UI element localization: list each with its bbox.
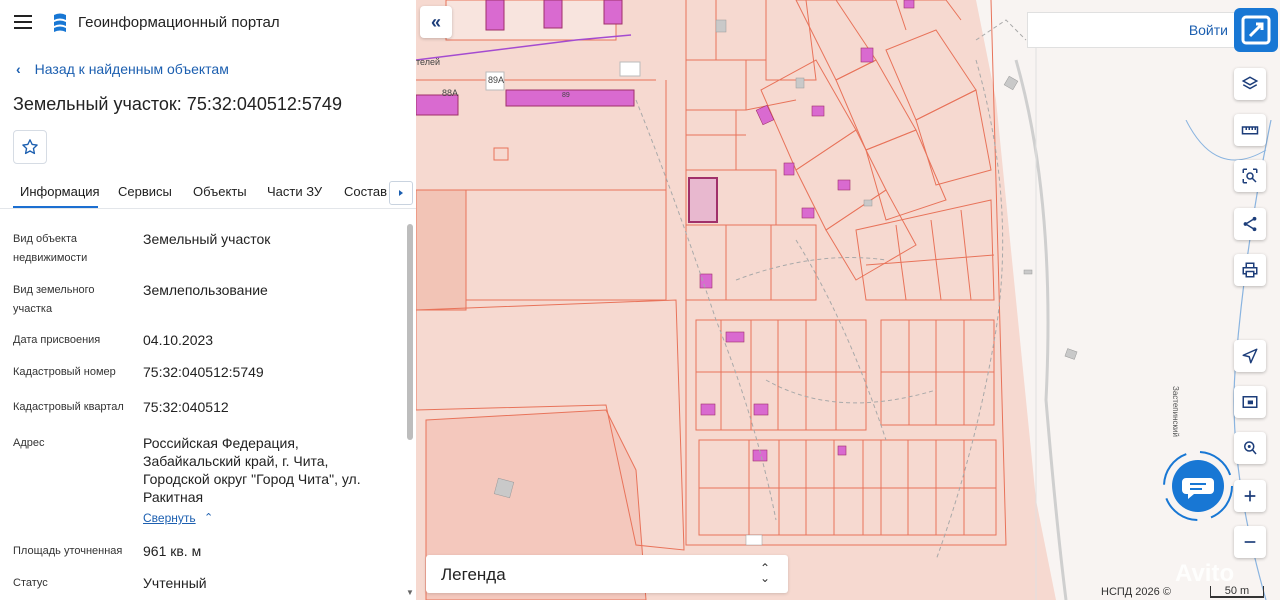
login-button[interactable]: Войти bbox=[1189, 22, 1228, 38]
copyright-text: НСПД 2026 © bbox=[1101, 586, 1171, 598]
tab-services[interactable]: Сервисы bbox=[118, 184, 172, 199]
favorite-button[interactable] bbox=[13, 130, 47, 164]
brand-button[interactable] bbox=[1234, 8, 1278, 52]
tabs-scroll-right-button[interactable] bbox=[389, 181, 413, 205]
brand-logo-icon bbox=[1241, 15, 1271, 45]
double-chevron-left-icon: « bbox=[430, 11, 441, 32]
scroll-down-icon[interactable]: ▼ bbox=[406, 588, 414, 597]
chevron-updown-icon: ⌃ ⌄ bbox=[759, 561, 770, 585]
collapse-address-link[interactable]: Свернуть bbox=[143, 511, 196, 525]
print-icon bbox=[1242, 262, 1258, 278]
minimap-icon bbox=[1242, 396, 1258, 408]
chevron-up-icon[interactable]: ⌃ bbox=[204, 511, 213, 524]
zoom-in-button[interactable] bbox=[1234, 480, 1266, 512]
triangle-right-icon bbox=[399, 190, 403, 196]
tab-divider bbox=[0, 208, 416, 209]
tab-objects[interactable]: Объекты bbox=[193, 184, 247, 199]
map-scale: 50 m bbox=[1210, 586, 1264, 598]
map-search-field[interactable]: Войти bbox=[1027, 12, 1237, 48]
attribute-label: Дата присвоения bbox=[13, 334, 101, 346]
tab-information[interactable]: Информация bbox=[20, 184, 100, 199]
geo-pin-icon bbox=[1244, 441, 1257, 455]
app-title: Геоинформационный портал bbox=[78, 14, 280, 31]
chevron-left-icon: ‹ bbox=[16, 61, 21, 77]
star-icon bbox=[22, 139, 38, 155]
attribute-value: Земельный участок bbox=[143, 231, 271, 247]
attribute-label: Адрес bbox=[13, 437, 45, 449]
scrollbar-thumb[interactable] bbox=[407, 224, 413, 440]
zoom-out-icon bbox=[1244, 541, 1256, 543]
chat-bubble-icon bbox=[1163, 451, 1233, 521]
share-button[interactable] bbox=[1234, 208, 1266, 240]
back-link-label: Назад к найденным объектам bbox=[34, 61, 229, 77]
geo-pin-button[interactable] bbox=[1234, 432, 1266, 464]
measure-button[interactable] bbox=[1234, 114, 1266, 146]
attribute-label: Вид земельного участка bbox=[13, 284, 95, 315]
info-panel: Геоинформационный портал ‹ Назад к найден… bbox=[0, 0, 416, 600]
map-canvas[interactable]: телей 89А 88А 89 Застепинский bbox=[416, 0, 1280, 600]
collapse-panel-button[interactable]: « bbox=[420, 6, 452, 38]
attribute-value: 961 кв. м bbox=[143, 543, 202, 559]
ruler-icon bbox=[1241, 126, 1259, 135]
attribute-label: Площадь уточненная bbox=[13, 545, 123, 557]
tab-bar: Информация Сервисы Объекты Части ЗУ Сост… bbox=[0, 176, 416, 209]
attribute-label: Кадастровый квартал bbox=[13, 401, 124, 413]
locate-icon bbox=[1242, 348, 1258, 364]
minimap-button[interactable] bbox=[1234, 386, 1266, 418]
legend-toggle[interactable]: Легенда ⌃ ⌄ bbox=[426, 555, 788, 593]
portal-logo-icon bbox=[54, 13, 66, 32]
area-search-button[interactable] bbox=[1234, 160, 1266, 192]
street-label: телей bbox=[416, 57, 441, 67]
chat-assistant-button[interactable] bbox=[1160, 448, 1236, 524]
attribute-label: Статус bbox=[13, 577, 48, 589]
zoom-out-button[interactable] bbox=[1234, 526, 1266, 558]
house-number-label: 89А bbox=[488, 75, 505, 85]
watermark-logo: Avito bbox=[1175, 560, 1235, 587]
top-bar: Геоинформационный портал bbox=[0, 0, 416, 46]
attribute-value: Учтенный bbox=[143, 575, 207, 591]
attribute-value: 75:32:040512 bbox=[143, 399, 229, 415]
attribute-value: 75:32:040512:5749 bbox=[143, 364, 264, 380]
tab-composition[interactable]: Состав bbox=[344, 184, 387, 199]
house-number-label: 88А bbox=[442, 88, 459, 98]
legend-label: Легенда bbox=[441, 565, 506, 584]
layers-icon bbox=[1241, 76, 1259, 90]
search-area-icon bbox=[1242, 168, 1258, 184]
attribute-value: Землепользование bbox=[143, 282, 268, 298]
house-number-label: 89 bbox=[562, 92, 570, 99]
menu-icon[interactable] bbox=[14, 15, 32, 29]
back-to-results-link[interactable]: ‹ Назад к найденным объектам bbox=[16, 61, 229, 77]
attribute-value: 04.10.2023 bbox=[143, 332, 214, 348]
tab-parts[interactable]: Части ЗУ bbox=[267, 184, 322, 199]
locate-button[interactable] bbox=[1234, 340, 1266, 372]
print-button[interactable] bbox=[1234, 254, 1266, 286]
attribute-label: Вид объекта недвижимости bbox=[13, 233, 88, 264]
attribute-label: Кадастровый номер bbox=[13, 366, 116, 378]
zoom-in-icon bbox=[1244, 490, 1256, 502]
object-title: Земельный участок: 75:32:040512:5749 bbox=[13, 94, 342, 114]
share-icon bbox=[1243, 216, 1257, 232]
layers-button[interactable] bbox=[1234, 68, 1266, 100]
attribute-value: Российская Федерация, Забайкальский край… bbox=[143, 435, 361, 505]
